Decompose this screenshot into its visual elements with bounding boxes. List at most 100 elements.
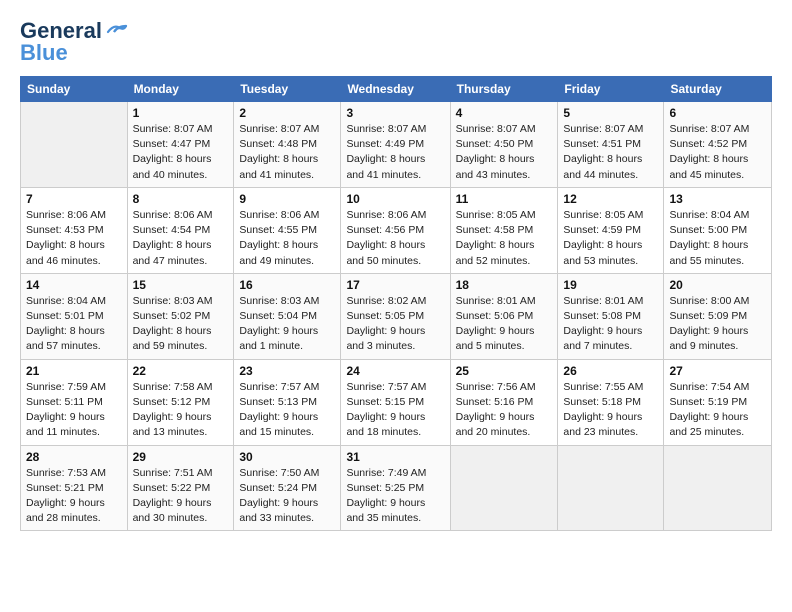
day-detail: Sunrise: 8:05 AMSunset: 4:59 PMDaylight:… bbox=[563, 208, 658, 269]
daylight-text-1: Daylight: 9 hours bbox=[133, 411, 212, 423]
daylight-text-2: and 41 minutes. bbox=[346, 169, 421, 181]
daylight-text-2: and 7 minutes. bbox=[563, 340, 632, 352]
daylight-text-2: and 46 minutes. bbox=[26, 255, 101, 267]
daylight-text-2: and 59 minutes. bbox=[133, 340, 208, 352]
day-number: 23 bbox=[239, 364, 335, 378]
day-detail: Sunrise: 8:07 AMSunset: 4:51 PMDaylight:… bbox=[563, 122, 658, 183]
calendar-day-cell: 26Sunrise: 7:55 AMSunset: 5:18 PMDayligh… bbox=[558, 359, 664, 445]
sunset-text: Sunset: 4:48 PM bbox=[239, 138, 317, 150]
sunrise-text: Sunrise: 8:00 AM bbox=[669, 295, 749, 307]
calendar-week-row: 1Sunrise: 8:07 AMSunset: 4:47 PMDaylight… bbox=[21, 102, 772, 188]
calendar-day-cell: 18Sunrise: 8:01 AMSunset: 5:06 PMDayligh… bbox=[450, 273, 558, 359]
sunset-text: Sunset: 5:13 PM bbox=[239, 396, 317, 408]
day-detail: Sunrise: 8:07 AMSunset: 4:47 PMDaylight:… bbox=[133, 122, 229, 183]
day-detail: Sunrise: 8:07 AMSunset: 4:52 PMDaylight:… bbox=[669, 122, 766, 183]
day-number: 16 bbox=[239, 278, 335, 292]
daylight-text-2: and 11 minutes. bbox=[26, 426, 100, 438]
logo-blue: Blue bbox=[20, 40, 68, 66]
calendar-day-cell: 28 Sunrise: 7:53 AMSunset: 5:21 PMDayligh… bbox=[21, 445, 128, 531]
daylight-text-2: and 15 minutes. bbox=[239, 426, 314, 438]
daylight-text-2: and 49 minutes. bbox=[239, 255, 314, 267]
sunrise-text: Sunrise: 7:58 AM bbox=[133, 381, 213, 393]
sunrise-text: Sunrise: 7:56 AM bbox=[456, 381, 536, 393]
calendar-day-cell: 20Sunrise: 8:00 AMSunset: 5:09 PMDayligh… bbox=[664, 273, 772, 359]
weekday-header-cell: Thursday bbox=[450, 77, 558, 102]
weekday-header-cell: Sunday bbox=[21, 77, 128, 102]
day-number: 17 bbox=[346, 278, 444, 292]
daylight-text-2: and 40 minutes. bbox=[133, 169, 208, 181]
sunrise-text: Sunrise: 8:06 AM bbox=[239, 209, 319, 221]
sunrise-text: Sunrise: 8:06 AM bbox=[26, 209, 106, 221]
day-detail: Sunrise: 8:07 AMSunset: 4:50 PMDaylight:… bbox=[456, 122, 553, 183]
sunset-text: Sunset: 5:00 PM bbox=[669, 224, 747, 236]
day-detail: Sunrise: 8:01 AMSunset: 5:08 PMDaylight:… bbox=[563, 294, 658, 355]
sunset-text: Sunset: 5:11 PM bbox=[26, 396, 103, 408]
sunset-text: Sunset: 4:58 PM bbox=[456, 224, 534, 236]
calendar-day-cell: 25Sunrise: 7:56 AMSunset: 5:16 PMDayligh… bbox=[450, 359, 558, 445]
sunset-text: Sunset: 5:24 PM bbox=[239, 482, 317, 494]
sunset-text: Sunset: 5:25 PM bbox=[346, 482, 424, 494]
daylight-text-2: and 44 minutes. bbox=[563, 169, 638, 181]
sunrise-text: Sunrise: 8:04 AM bbox=[669, 209, 749, 221]
sunset-text: Sunset: 5:02 PM bbox=[133, 310, 211, 322]
sunrise-text: Sunrise: 8:01 AM bbox=[563, 295, 643, 307]
day-detail: Sunrise: 8:01 AMSunset: 5:06 PMDaylight:… bbox=[456, 294, 553, 355]
daylight-text-1: Daylight: 9 hours bbox=[563, 325, 642, 337]
sunrise-text: Sunrise: 8:01 AM bbox=[456, 295, 536, 307]
logo: General Blue bbox=[20, 18, 128, 66]
sunrise-text: Sunrise: 8:07 AM bbox=[563, 123, 643, 135]
calendar-day-cell: 22Sunrise: 7:58 AMSunset: 5:12 PMDayligh… bbox=[127, 359, 234, 445]
sunset-text: Sunset: 4:55 PM bbox=[239, 224, 317, 236]
day-number: 28 bbox=[26, 450, 122, 464]
sunrise-text: Sunrise: 7:49 AM bbox=[346, 467, 426, 479]
daylight-text-1: Daylight: 8 hours bbox=[669, 239, 748, 251]
daylight-text-2: and 30 minutes. bbox=[133, 512, 208, 524]
day-detail: Sunrise: 7:53 AMSunset: 5:21 PMDaylight:… bbox=[26, 466, 122, 527]
day-detail: Sunrise: 8:07 AMSunset: 4:49 PMDaylight:… bbox=[346, 122, 444, 183]
calendar-day-cell: 6Sunrise: 8:07 AMSunset: 4:52 PMDaylight… bbox=[664, 102, 772, 188]
day-detail: Sunrise: 7:54 AMSunset: 5:19 PMDaylight:… bbox=[669, 380, 766, 441]
daylight-text-1: Daylight: 8 hours bbox=[26, 239, 105, 251]
sunrise-text: Sunrise: 7:53 AM bbox=[26, 467, 106, 479]
calendar-day-cell: 14Sunrise: 8:04 AMSunset: 5:01 PMDayligh… bbox=[21, 273, 128, 359]
day-detail: Sunrise: 8:03 AMSunset: 5:02 PMDaylight:… bbox=[133, 294, 229, 355]
day-number: 5 bbox=[563, 106, 658, 120]
sunrise-text: Sunrise: 7:59 AM bbox=[26, 381, 106, 393]
sunrise-text: Sunrise: 7:50 AM bbox=[239, 467, 319, 479]
sunset-text: Sunset: 5:16 PM bbox=[456, 396, 534, 408]
sunset-text: Sunset: 4:53 PM bbox=[26, 224, 104, 236]
weekday-header-cell: Monday bbox=[127, 77, 234, 102]
daylight-text-1: Daylight: 8 hours bbox=[669, 153, 748, 165]
sunset-text: Sunset: 5:09 PM bbox=[669, 310, 747, 322]
sunrise-text: Sunrise: 8:02 AM bbox=[346, 295, 426, 307]
daylight-text-2: and 45 minutes. bbox=[669, 169, 744, 181]
sunrise-text: Sunrise: 8:04 AM bbox=[26, 295, 106, 307]
day-number: 14 bbox=[26, 278, 122, 292]
day-number: 26 bbox=[563, 364, 658, 378]
daylight-text-2: and 47 minutes. bbox=[133, 255, 208, 267]
sunrise-text: Sunrise: 8:07 AM bbox=[346, 123, 426, 135]
sunrise-text: Sunrise: 7:55 AM bbox=[563, 381, 643, 393]
daylight-text-1: Daylight: 8 hours bbox=[346, 239, 425, 251]
daylight-text-1: Daylight: 9 hours bbox=[239, 325, 318, 337]
daylight-text-1: Daylight: 8 hours bbox=[239, 153, 318, 165]
daylight-text-1: Daylight: 9 hours bbox=[456, 325, 535, 337]
daylight-text-1: Daylight: 8 hours bbox=[456, 153, 535, 165]
calendar-day-cell bbox=[21, 102, 128, 188]
daylight-text-2: and 18 minutes. bbox=[346, 426, 421, 438]
sunrise-text: Sunrise: 8:07 AM bbox=[456, 123, 536, 135]
calendar-day-cell: 11Sunrise: 8:05 AMSunset: 4:58 PMDayligh… bbox=[450, 187, 558, 273]
sunrise-text: Sunrise: 7:57 AM bbox=[346, 381, 426, 393]
day-detail: Sunrise: 8:00 AMSunset: 5:09 PMDaylight:… bbox=[669, 294, 766, 355]
sunset-text: Sunset: 5:04 PM bbox=[239, 310, 317, 322]
sunrise-text: Sunrise: 7:54 AM bbox=[669, 381, 749, 393]
calendar-day-cell: 4Sunrise: 8:07 AMSunset: 4:50 PMDaylight… bbox=[450, 102, 558, 188]
day-number: 2 bbox=[239, 106, 335, 120]
day-detail: Sunrise: 8:04 AM Sunset: 5:00 PM Daylight:… bbox=[669, 208, 766, 269]
daylight-text-1: Daylight: 9 hours bbox=[563, 411, 642, 423]
sunrise-text: Sunrise: 8:05 AM bbox=[456, 209, 536, 221]
calendar-day-cell: 12Sunrise: 8:05 AMSunset: 4:59 PMDayligh… bbox=[558, 187, 664, 273]
day-number: 25 bbox=[456, 364, 553, 378]
calendar-day-cell: 5 Sunrise: 8:07 AMSunset: 4:51 PMDaylight… bbox=[558, 102, 664, 188]
daylight-text-1: Daylight: 9 hours bbox=[669, 411, 748, 423]
